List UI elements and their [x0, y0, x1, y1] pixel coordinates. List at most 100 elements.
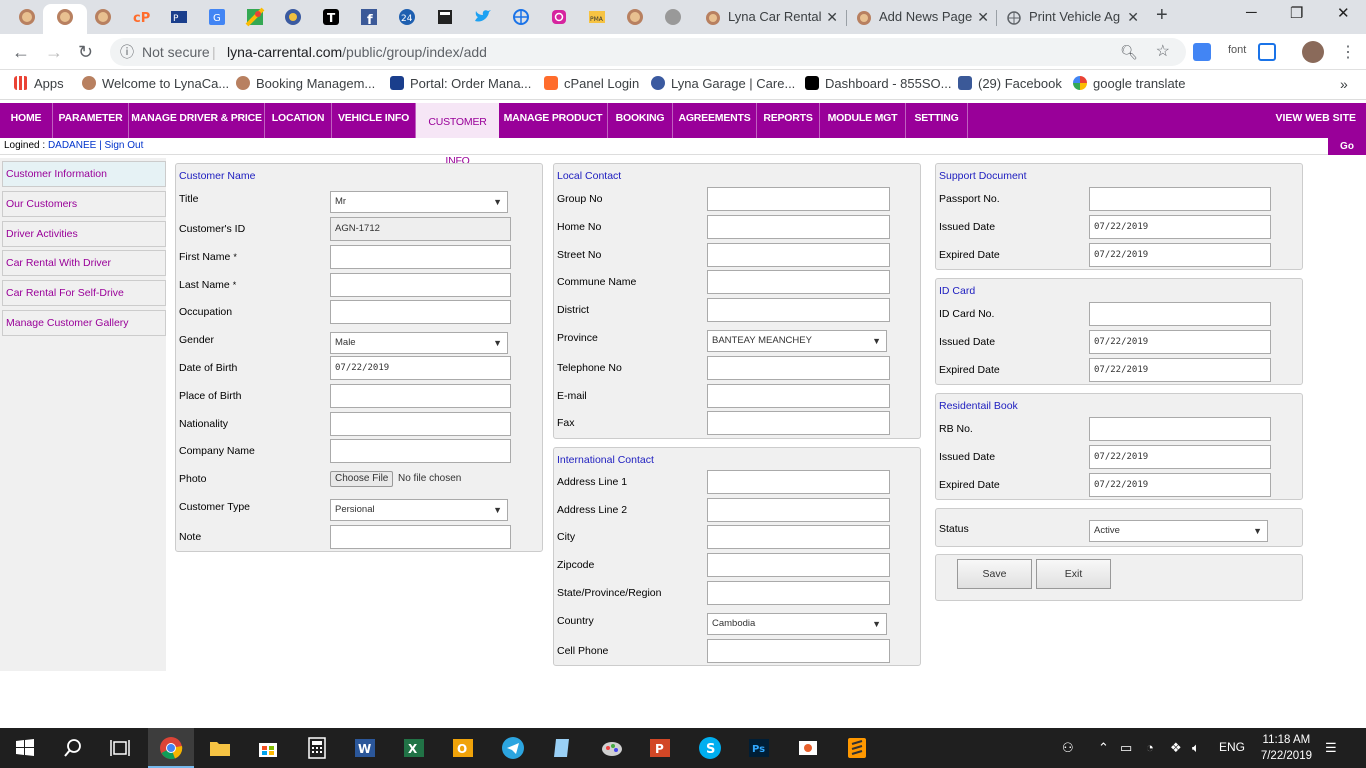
nationality-input[interactable]	[330, 412, 511, 436]
windows-start-icon[interactable]	[13, 736, 37, 760]
chevron-up-icon[interactable]: ⌃	[1098, 740, 1109, 756]
info-icon[interactable]: ⓘ	[120, 38, 134, 66]
more-bookmarks-icon[interactable]: »	[1340, 76, 1348, 94]
username-link[interactable]: DADANEE	[48, 140, 96, 151]
notepad-icon[interactable]	[550, 736, 574, 760]
volume-icon[interactable]: 🔈︎	[1192, 740, 1200, 756]
date-of-birth-input[interactable]: 07/22/2019	[330, 356, 511, 380]
store-icon[interactable]	[256, 736, 280, 760]
browser-tab[interactable]: Print Vehicle Ag ✕	[997, 4, 1145, 32]
email-field[interactable]	[707, 384, 890, 408]
menu-manage-product[interactable]: MANAGE PRODUCT	[499, 103, 608, 138]
sidebar-item-customer-gallery[interactable]: Manage Customer Gallery	[2, 310, 166, 336]
country-select[interactable]: Cambodia ▼	[707, 613, 887, 635]
id-issued-date-input[interactable]: 07/22/2019	[1089, 330, 1271, 354]
district-input[interactable]	[707, 298, 890, 322]
commune-name-input[interactable]	[707, 270, 890, 294]
news-icon[interactable]	[435, 7, 455, 27]
bookmark-item[interactable]: Lyna Garage | Care...	[651, 76, 795, 94]
telephone-input[interactable]	[707, 356, 890, 380]
new-tab-icon[interactable]: +	[1156, 4, 1168, 27]
sublime-icon[interactable]	[845, 736, 869, 760]
skype-icon[interactable]: S	[698, 736, 722, 760]
photoshop-icon[interactable]: Ps	[747, 736, 771, 760]
bookmark-item[interactable]: Welcome to LynaCa...	[82, 76, 229, 94]
maximize-icon[interactable]: ❐	[1290, 4, 1303, 22]
menu-vehicle-info[interactable]: VEHICLE INFO	[332, 103, 416, 138]
search-icon[interactable]	[61, 736, 85, 760]
lyna-favicon-icon[interactable]	[55, 7, 75, 27]
portal-icon[interactable]: P	[169, 7, 189, 27]
lyna-favicon-icon[interactable]	[625, 7, 645, 27]
people-icon[interactable]: ⚇	[1062, 740, 1074, 756]
forward-icon[interactable]: →	[45, 42, 63, 63]
facebook-icon[interactable]: f	[359, 7, 379, 28]
group-no-input[interactable]	[707, 187, 890, 211]
battery-icon[interactable]: ▭	[1120, 740, 1132, 756]
bookmark-item[interactable]: (29) Facebook	[958, 76, 1062, 94]
place-of-birth-input[interactable]	[330, 384, 511, 408]
bookmark-item[interactable]: Dashboard - 855SO...	[805, 76, 951, 94]
title-select[interactable]: Mr ▼	[330, 191, 508, 213]
last-name-input[interactable]	[330, 273, 511, 297]
close-window-icon[interactable]: ✕	[1337, 4, 1350, 22]
customer-id-field[interactable]: AGN-1712	[330, 217, 511, 241]
browser-tab[interactable]: Add News Page ✕	[847, 4, 995, 32]
rb-no-input[interactable]	[1089, 417, 1271, 441]
sidebar-item-our-customers[interactable]: Our Customers	[2, 191, 166, 217]
id-expired-date-input[interactable]: 07/22/2019	[1089, 358, 1271, 382]
powerpoint-icon[interactable]: P	[648, 736, 672, 760]
occupation-input[interactable]	[330, 300, 511, 324]
gender-select[interactable]: Male ▼	[330, 332, 508, 354]
word-icon[interactable]: W	[353, 736, 377, 760]
paint-icon[interactable]	[600, 736, 624, 760]
back-icon[interactable]: ←	[12, 42, 30, 63]
lyna-favicon-icon[interactable]	[17, 7, 37, 27]
instagram-icon[interactable]	[549, 7, 569, 27]
bookmark-apps[interactable]: Apps	[14, 76, 64, 94]
address-line-1-input[interactable]	[707, 470, 890, 494]
menu-parameter[interactable]: PARAMETER	[53, 103, 129, 138]
minimize-icon[interactable]: ─	[1246, 4, 1257, 21]
close-tab-icon[interactable]: ✕	[826, 4, 838, 30]
state-region-input[interactable]	[707, 581, 890, 605]
cell-phone-input[interactable]	[707, 639, 890, 663]
zoom-icon[interactable]: 🔍︎	[1120, 38, 1138, 66]
globe-net-icon[interactable]	[511, 7, 531, 27]
bookmark-item[interactable]: Portal: Order Mana...	[390, 76, 531, 94]
go-back-button[interactable]: Go Back	[1328, 138, 1366, 169]
menu-manage-driver-price[interactable]: MANAGE DRIVER & PRICE	[129, 103, 265, 138]
pma-icon[interactable]: PMA	[587, 7, 607, 27]
menu-location[interactable]: LOCATION	[265, 103, 332, 138]
province-select[interactable]: BANTEAY MEANCHEY ▼	[707, 330, 887, 352]
id-card-no-input[interactable]	[1089, 302, 1271, 326]
bookmark-star-icon[interactable]: ☆	[1156, 38, 1170, 66]
rb-expired-date-input[interactable]: 07/22/2019	[1089, 473, 1271, 497]
avatar[interactable]	[1302, 41, 1324, 63]
sidebar-item-driver-activities[interactable]: Driver Activities	[2, 221, 166, 247]
address-bar[interactable]: ⓘ Not secure | lyna-carrental.com/public…	[110, 38, 1186, 66]
bookmark-item[interactable]: google translate	[1073, 76, 1186, 94]
wifi-icon[interactable]: ◔	[1146, 740, 1154, 755]
address-line-2-input[interactable]	[707, 498, 890, 522]
save-button[interactable]: Save	[957, 559, 1032, 589]
zipcode-input[interactable]	[707, 553, 890, 577]
close-tab-icon[interactable]: ✕	[1127, 4, 1139, 30]
passport-no-input[interactable]	[1089, 187, 1271, 211]
clock[interactable]: 11:18 AM 7/22/2019	[1261, 732, 1312, 764]
browser-tab[interactable]: Lyna Car Rental ✕	[696, 4, 844, 32]
file-explorer-icon[interactable]	[208, 736, 232, 760]
dashboard-t-icon[interactable]: T	[321, 7, 341, 27]
sign-out-link[interactable]: Sign Out	[104, 140, 143, 151]
menu-home[interactable]: HOME	[0, 103, 53, 138]
close-tab-icon[interactable]: ✕	[977, 4, 989, 30]
menu-booking[interactable]: BOOKING	[608, 103, 673, 138]
font-extension-label[interactable]: font	[1228, 44, 1246, 56]
home-no-input[interactable]	[707, 215, 890, 239]
bookmark-item[interactable]: Booking Managem...	[236, 76, 375, 94]
kebab-menu-icon[interactable]: ⋮	[1340, 42, 1356, 62]
street-no-input[interactable]	[707, 243, 890, 267]
news24-icon[interactable]: 24	[397, 7, 417, 27]
gray-site-icon[interactable]	[663, 7, 683, 27]
sidebar-item-rental-self-drive[interactable]: Car Rental For Self-Drive	[2, 280, 166, 306]
